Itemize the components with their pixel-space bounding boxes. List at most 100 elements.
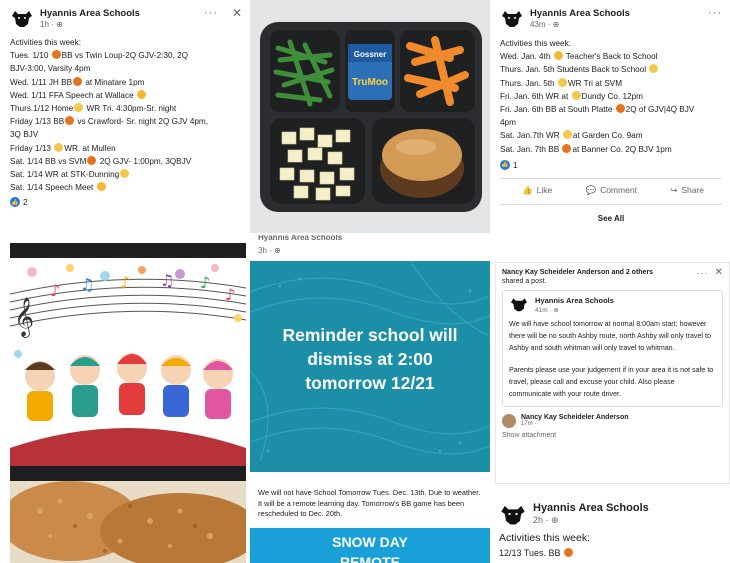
svg-text:♫: ♫ [160, 271, 174, 290]
post-heading: Activities this week: [10, 38, 81, 47]
food-emoji-icon [120, 169, 130, 179]
post-partial-line: 12/13 Tues. BB [499, 548, 724, 558]
activity-line: Tues. 1/10 BB vs Twin Loup-2Q GJV-2:30, … [10, 50, 189, 61]
commenter-time[interactable]: 17m · [521, 421, 629, 427]
basketball-icon [564, 548, 574, 557]
activity-line: Fri. Jan. 6th WR at Dundy Co. 12pm [500, 90, 643, 101]
page-name[interactable]: Hyannis Area Schools [533, 502, 649, 514]
shared-body-1: We will have school tomorrow at normal 8… [509, 320, 711, 352]
emoji-face-icon [96, 182, 106, 192]
snow-day-post: We will not have School Tomorrow Tues. D… [250, 480, 490, 563]
svg-text:♪: ♪ [120, 273, 130, 292]
post-heading: Activities this week: [500, 39, 571, 48]
emoji-face-icon [136, 89, 146, 99]
activity-line: Wed. Jan. 4th Teacher's Back to School [500, 51, 658, 62]
globe-icon: ⊕ [552, 20, 560, 29]
close-icon[interactable]: ✕ [715, 268, 723, 278]
reminder-graphic: Reminder school will dismiss at 2:00 tom… [250, 261, 490, 472]
basketball-icon [615, 104, 625, 114]
comment-icon: 💬 [585, 184, 597, 195]
globe-icon: ⊕ [551, 515, 559, 525]
breaded-chicken-image [10, 481, 246, 563]
basketball-icon [562, 143, 572, 153]
food-photo [10, 481, 246, 563]
milk-brand: TruMoo [352, 77, 388, 88]
singing-children-image: 𝄞 ♪ ♫ ♪ ♫ ♪ ♪ [10, 264, 246, 466]
post-activities-jan10: Hyannis Area Schools 1h · ⊕ ··· ✕ Activi… [0, 0, 250, 233]
basketball-icon [87, 155, 97, 165]
svg-text:♪: ♪ [225, 285, 235, 304]
activity-line: 4pm [500, 118, 516, 128]
page-name[interactable]: Hyannis Area Schools [40, 8, 140, 19]
like-button[interactable]: 👍 Like [522, 185, 552, 196]
food-emoji-icon [649, 64, 659, 74]
lunch-tray-image: Gossner TruMoo [250, 0, 490, 233]
post-heading: Activities this week: [499, 532, 591, 544]
share-icon: ↪ [670, 184, 678, 195]
like-reaction-icon: 👍 [500, 159, 510, 170]
activity-line: Wed. 1/11 JH BB at Minatare 1pm [10, 76, 145, 87]
more-options-icon[interactable]: ··· [708, 8, 722, 19]
basketball-icon [73, 76, 83, 86]
activity-line: Wed. 1/11 FFA Speech at Wallace [10, 89, 242, 102]
reminder-line-3: tomorrow 12/21 [305, 373, 435, 393]
activity-line: Sat. 1/14 WR at STK-Dunning [10, 168, 242, 181]
commenter-name[interactable]: Nancy Kay Scheideler Anderson [521, 414, 629, 421]
post-time[interactable]: 2h · [533, 515, 551, 525]
bison-logo-icon [501, 505, 525, 525]
shared-body-2: Parents please use your judgement if in … [509, 366, 714, 398]
post-activities-jan4: Hyannis Area Schools 43m · ⊕ ··· Activit… [490, 0, 730, 256]
see-all-link[interactable]: See All [500, 203, 722, 223]
reminder-post: Hyannis Area Schools 3h · ⊕ Reminder sch… [250, 233, 490, 472]
activity-line: Fri. Jan. 6th BB at South Platte 2Q of G… [500, 104, 695, 115]
post-time[interactable]: 3h · [258, 246, 274, 255]
activity-line: Friday 1/13 BB vs Crawford- Sr. night 2Q… [10, 116, 209, 127]
share-button[interactable]: ↪ Share [670, 185, 704, 196]
reaction-count[interactable]: 👍 2 [10, 197, 242, 208]
more-options-icon[interactable]: ··· [204, 8, 218, 19]
avatar[interactable] [502, 413, 516, 428]
food-emoji-icon [54, 142, 64, 152]
activity-line: Sat. Jan.7th WR at Garden Co. 9am [500, 130, 643, 141]
post-activities-dec: Hyannis Area Schools 2h · ⊕ Activities t… [495, 496, 730, 563]
svg-text:♪: ♪ [200, 273, 210, 292]
food-emoji-icon [74, 103, 84, 113]
like-reaction-icon: 👍 [10, 197, 20, 208]
music-clipart-image: 𝄞 ♪ ♫ ♪ ♫ ♪ ♪ [10, 258, 246, 466]
snow-day-banner: SNOW DAY [332, 534, 408, 550]
page-name[interactable]: Hyannis Area Schools [535, 296, 614, 305]
reaction-count[interactable]: 👍 1 [500, 159, 722, 170]
activity-line: Sat. 1/14 Speech Meet [10, 181, 242, 194]
reminder-line-1: Reminder school will [282, 325, 458, 345]
reminder-line-2: dismiss at 2:00 [307, 349, 433, 369]
close-icon[interactable]: ✕ [232, 7, 242, 19]
activity-line: Thurs.1/12 Home WR Tri. 4:30pm-Sr. night [10, 103, 177, 114]
post-time[interactable]: 43m · [530, 20, 553, 29]
more-options-icon[interactable]: ··· [697, 268, 709, 278]
bison-logo-icon [12, 11, 32, 27]
basketball-icon [65, 116, 75, 126]
shared-by-text[interactable]: Nancy Kay Scheideler Anderson and 2 othe… [502, 268, 653, 277]
page-name[interactable]: Hyannis Area Schools [530, 8, 630, 19]
globe-icon: ⊕ [274, 246, 281, 255]
bison-logo-icon [511, 298, 527, 312]
post-time[interactable]: 1h · [40, 20, 56, 29]
svg-text:♫: ♫ [80, 275, 94, 294]
thumbs-up-icon: 👍 [522, 184, 533, 195]
activity-line: Sat. Jan. 7th BB at Banner Co. 2Q BJV 1p… [500, 143, 672, 154]
comment-button[interactable]: 💬 Comment [585, 185, 636, 196]
activity-line: Sat. 1/14 BB vs SVM 2Q GJV- 1:00pm, 3QBJ… [10, 155, 192, 166]
show-attachment-link[interactable]: Show attachment [502, 432, 723, 439]
page-name-partial[interactable]: Hyannis Area Schools [258, 235, 482, 242]
food-emoji-icon [557, 77, 567, 87]
lunch-tray-photo: Gossner TruMoo [250, 0, 490, 233]
post-time[interactable]: 41m · [535, 307, 553, 314]
divider-bar [10, 466, 246, 481]
globe-icon: ⊕ [553, 307, 559, 314]
svg-text:♪: ♪ [50, 281, 60, 300]
activity-line: BJV-3:00, Varsity 4pm [10, 64, 91, 74]
svg-text:𝄞: 𝄞 [14, 297, 34, 338]
emoji-face-icon [553, 51, 563, 61]
activity-line: Thurs. Jan. 5th Students Back to School [500, 63, 722, 76]
globe-icon: ⊕ [56, 20, 63, 29]
